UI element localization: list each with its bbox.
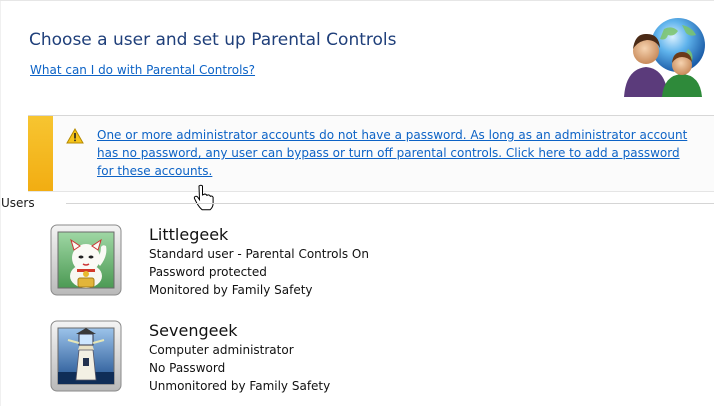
warning-accent-stripe <box>28 116 53 191</box>
page-title: Choose a user and set up Parental Contro… <box>29 30 397 50</box>
warning-link-text[interactable]: One or more administrator accounts do no… <box>97 126 697 180</box>
parental-controls-globe-users-icon <box>622 15 708 99</box>
help-link[interactable]: What can I do with Parental Controls? <box>30 63 255 77</box>
user-monitoring-status: Monitored by Family Safety <box>149 283 313 297</box>
user-password-status: No Password <box>149 361 226 375</box>
lighthouse-avatar-icon <box>50 320 122 392</box>
users-section-divider <box>66 203 714 204</box>
user-account-type: Standard user - Parental Controls On <box>149 247 369 261</box>
user-name: Littlegeek <box>149 225 229 244</box>
parental-controls-panel: Choose a user and set up Parental Contro… <box>0 0 714 406</box>
user-tile-sevengeek[interactable]: Sevengeek Computer administrator No Pass… <box>50 320 690 400</box>
user-name: Sevengeek <box>149 321 238 340</box>
hand-pointer-cursor-icon <box>192 184 216 212</box>
user-password-status: Password protected <box>149 265 267 279</box>
admin-password-warning-banner[interactable]: One or more administrator accounts do no… <box>28 115 714 192</box>
user-tile-littlegeek[interactable]: Littlegeek Standard user - Parental Cont… <box>50 224 690 304</box>
user-account-type: Computer administrator <box>149 343 294 357</box>
user-monitoring-status: Unmonitored by Family Safety <box>149 379 331 393</box>
warning-triangle-icon <box>66 127 84 144</box>
users-section-label: Users <box>1 196 37 210</box>
lucky-cat-avatar-icon <box>50 224 122 296</box>
